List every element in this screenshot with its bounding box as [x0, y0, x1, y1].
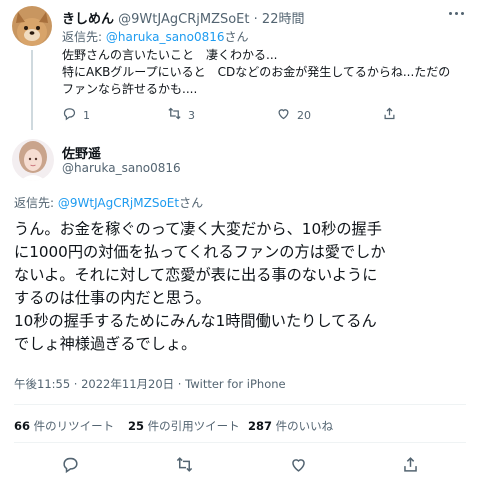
quotes-stat-link[interactable]: 25 件の引用ツイート [128, 418, 240, 434]
quotes-count: 25 [128, 419, 145, 433]
main-tweet-header: 佐野遥 @haruka_sano0816 [0, 135, 480, 185]
retweet-count: 3 [188, 108, 195, 122]
reply-tweet-actions: 1 3 20 [62, 106, 462, 124]
divider [14, 442, 466, 443]
reply-author-avatar[interactable] [12, 6, 52, 46]
retweets-label: 件のリツイート [30, 419, 115, 433]
main-text-line: するのは仕事の内だと思う。 [14, 289, 211, 307]
reply-to-handle-link[interactable]: @9WtJAgCRjMZSoEt [58, 196, 179, 210]
retweet-arrows-icon [175, 455, 194, 478]
main-author-name[interactable]: 佐野遥 [62, 143, 101, 162]
main-text-line: 10秒の握手するためにみんな1時間働いたりしてるん [14, 312, 377, 330]
divider [14, 404, 466, 405]
retweet-action[interactable]: 3 [167, 106, 195, 124]
likes-stat-link[interactable]: 287 件のいいね [248, 418, 333, 434]
retweet-button[interactable] [173, 455, 195, 477]
reply-tweet[interactable]: きしめん @9WtJAgCRjMZSoEt · 22時間 返信先: @haruk… [0, 0, 480, 130]
reply-to-suffix: さん [224, 30, 249, 44]
main-tweet-text: うん。お金を稼ぐのって凄く大変だから、10秒の握手 に1000円の対価を払ってく… [14, 218, 474, 356]
reply-tweet-text: 佐野さんの言いたいこと 凄くわかる... 特にAKBグループにいると CDなどの… [62, 47, 450, 98]
reply-to-suffix: さん [179, 196, 204, 210]
reply-to-handle-link[interactable]: @haruka_sano0816 [106, 30, 225, 44]
main-author-avatar[interactable] [12, 139, 54, 181]
like-button[interactable] [287, 455, 309, 477]
heart-icon [289, 455, 308, 478]
main-tweet-actions [0, 455, 480, 477]
main-text-line: ないよ。それに対して恋愛が表に出る事のないように [14, 266, 378, 284]
more-dots-icon[interactable] [446, 6, 466, 20]
likes-label: 件のいいね [272, 419, 334, 433]
reply-tweet-header: きしめん @9WtJAgCRjMZSoEt · 22時間 [62, 8, 304, 27]
thread-connector-line [31, 50, 33, 130]
reply-text-line: 特にAKBグループにいると CDなどのお金が発生してるからね...ただの [62, 65, 451, 79]
like-count: 20 [297, 108, 311, 122]
main-tweet-timestamp[interactable]: 午後11:55 · 2022年11月20日 · Twitter for iPho… [14, 376, 286, 392]
quotes-label: 件の引用ツイート [144, 419, 240, 433]
share-upload-icon [382, 106, 397, 124]
meta-separator: · [253, 12, 258, 27]
reply-button[interactable] [59, 455, 81, 477]
speech-bubble-icon [61, 455, 80, 478]
reply-to-prefix: 返信先: [14, 196, 58, 210]
reply-action[interactable]: 1 [62, 106, 90, 124]
retweet-arrows-icon [167, 106, 182, 124]
main-reply-to-line: 返信先: @9WtJAgCRjMZSoEtさん [14, 194, 203, 211]
speech-bubble-icon [62, 106, 77, 124]
main-author-handle[interactable]: @haruka_sano0816 [62, 161, 181, 175]
main-text-line: うん。お金を稼ぐのって凄く大変だから、10秒の握手 [14, 220, 382, 238]
reply-to-line: 返信先: @haruka_sano0816さん [62, 28, 249, 45]
main-text-line: でしょ神様過ぎるでしょ。 [14, 335, 197, 353]
reply-count: 1 [83, 108, 90, 122]
heart-icon [276, 106, 291, 124]
share-upload-icon [401, 455, 420, 478]
reply-author-handle[interactable]: @9WtJAgCRjMZSoEt [118, 12, 249, 27]
like-action[interactable]: 20 [276, 106, 311, 124]
retweets-stat-link[interactable]: 66 件のリツイート [14, 418, 114, 434]
main-text-line: に1000円の対価を払ってくれるファンの方は愛でしか [14, 243, 386, 261]
reply-text-line: 佐野さんの言いたいこと 凄くわかる... [62, 48, 278, 62]
likes-count: 287 [248, 419, 273, 433]
reply-to-prefix: 返信先: [62, 30, 106, 44]
reply-text-line: ファンなら許せるかも.... [62, 82, 198, 96]
reply-tweet-time[interactable]: 22時間 [262, 12, 305, 27]
reply-author-name[interactable]: きしめん [62, 12, 114, 27]
share-button[interactable] [399, 455, 421, 477]
share-action[interactable] [382, 106, 397, 124]
retweets-count: 66 [14, 419, 31, 433]
